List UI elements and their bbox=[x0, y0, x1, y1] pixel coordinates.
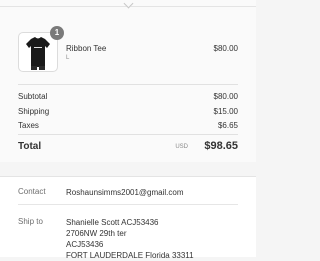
contact-label: Contact bbox=[18, 187, 46, 196]
ship-to-address: Shanielle Scott ACJ53436 2706NW 29th ter… bbox=[66, 217, 194, 261]
shipping-label: Shipping bbox=[18, 107, 50, 116]
review-block: Contact Roshaunsimms2001@gmail.com Ship … bbox=[8, 177, 248, 260]
subtotal-value: $80.00 bbox=[213, 92, 238, 101]
quantity-badge: 1 bbox=[50, 26, 64, 40]
product-name: Ribbon Tee bbox=[66, 44, 107, 53]
product-variant: L bbox=[66, 55, 70, 61]
address-line: 2706NW 29th ter bbox=[66, 229, 127, 238]
customer-info-card: Contact Roshaunsimms2001@gmail.com Ship … bbox=[0, 176, 256, 260]
taxes-label: Taxes bbox=[18, 121, 39, 130]
ship-to-label: Ship to bbox=[18, 217, 43, 226]
total-value: $98.65 bbox=[204, 140, 238, 152]
taxes-value: $6.65 bbox=[217, 121, 238, 130]
order-summary: 1 Ribbon Tee L $80.00 Subtotal $80.00 Sh… bbox=[0, 0, 256, 162]
divider bbox=[18, 204, 238, 205]
address-line: Shanielle Scott ACJ53436 bbox=[66, 218, 159, 227]
product-thumbnail: 1 bbox=[18, 26, 64, 72]
shipping-value: $15.00 bbox=[213, 107, 238, 116]
product-price: $80.00 bbox=[213, 44, 238, 53]
divider bbox=[18, 134, 238, 135]
divider bbox=[18, 84, 238, 85]
address-line: ACJ53436 bbox=[66, 240, 104, 249]
total-currency: USD bbox=[175, 144, 188, 150]
black-tshirt-icon bbox=[26, 37, 50, 70]
total-label: Total bbox=[18, 141, 42, 152]
subtotal-label: Subtotal bbox=[18, 92, 48, 101]
chevron-down-icon[interactable] bbox=[123, 0, 134, 9]
contact-value: Roshaunsimms2001@gmail.com bbox=[66, 188, 184, 197]
